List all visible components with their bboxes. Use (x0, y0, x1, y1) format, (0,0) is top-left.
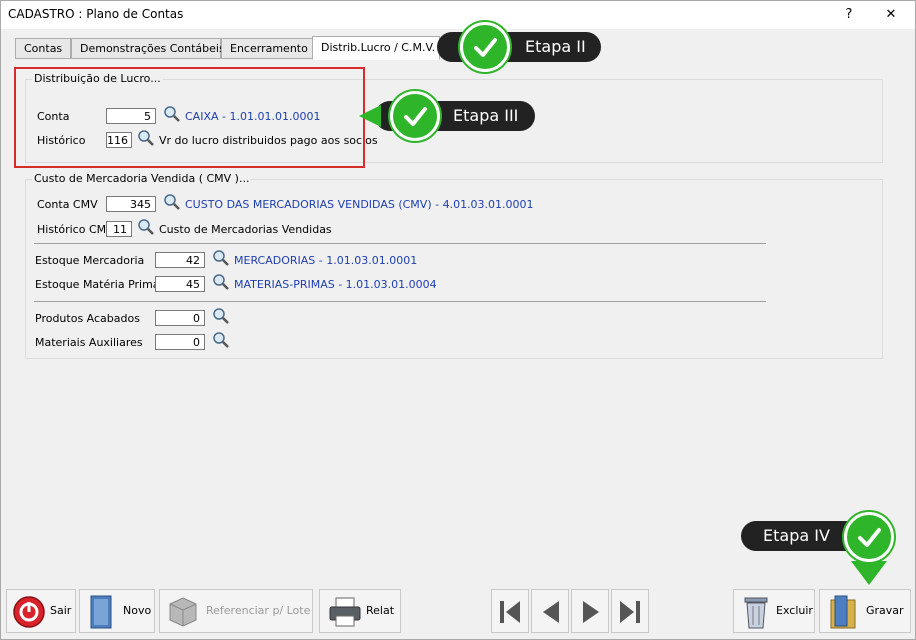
group-cmv: Custo de Mercadoria Vendida ( CMV )... C… (25, 172, 883, 359)
skip-last-icon (620, 601, 640, 623)
estoque-mercadoria-input[interactable]: 42 (155, 252, 205, 268)
save-folder-icon (830, 595, 856, 629)
last-record-button[interactable] (611, 589, 649, 633)
relat-button[interactable]: Relat (319, 589, 401, 633)
produtos-acabados-label: Produtos Acabados (35, 312, 140, 325)
search-icon[interactable] (137, 218, 155, 236)
group-legend: Custo de Mercadoria Vendida ( CMV )... (32, 172, 252, 185)
new-document-icon (90, 595, 112, 629)
close-button[interactable]: ✕ (873, 1, 909, 29)
excluir-button[interactable]: Excluir (733, 589, 815, 633)
highlight-box (14, 67, 365, 168)
tab-contas[interactable]: Contas (15, 38, 71, 59)
materiais-auxiliares-label: Materiais Auxiliares (35, 336, 143, 349)
skip-first-icon (500, 601, 520, 623)
search-icon[interactable] (212, 307, 230, 325)
sair-label: Sair (50, 604, 72, 617)
gravar-label: Gravar (866, 604, 904, 617)
help-button[interactable]: ? (831, 1, 867, 29)
check-icon (460, 22, 510, 72)
referenciar-label: Referenciar p/ Lote (206, 604, 311, 617)
first-record-button[interactable] (491, 589, 529, 633)
tab-encerramento[interactable]: Encerramento (221, 38, 319, 59)
estoque-materia-input[interactable]: 45 (155, 276, 205, 292)
tab-demonstracoes[interactable]: Demonstrações Contábeis (71, 38, 225, 59)
window-title: CADASTRO : Plano de Contas (8, 7, 184, 21)
materiais-auxiliares-input[interactable]: 0 (155, 334, 205, 350)
callout-label: Etapa II (525, 37, 586, 56)
produtos-acabados-input[interactable]: 0 (155, 310, 205, 326)
previous-record-button[interactable] (531, 589, 569, 633)
relat-label: Relat (366, 604, 395, 617)
estoque-materia-description: MATERIAS-PRIMAS - 1.01.03.01.0004 (234, 278, 437, 291)
divider (34, 301, 766, 302)
estoque-mercadoria-description: MERCADORIAS - 1.01.03.01.0001 (234, 254, 418, 267)
box-icon (169, 597, 197, 627)
bottom-toolbar: Sair Novo Referenciar p/ Lote Relat Excl… (1, 587, 915, 639)
conta-cmv-label: Conta CMV (37, 198, 98, 211)
next-icon (583, 601, 599, 623)
estoque-mercadoria-label: Estoque Mercadoria (35, 254, 145, 267)
power-icon (13, 596, 45, 628)
search-icon[interactable] (212, 331, 230, 349)
historico-cmv-input[interactable]: 11 (106, 221, 132, 237)
referenciar-button[interactable]: Referenciar p/ Lote (159, 589, 313, 633)
arrow-down-icon (851, 561, 887, 585)
printer-icon (329, 597, 361, 627)
arrow-left-icon (359, 105, 381, 127)
search-icon[interactable] (212, 249, 230, 267)
search-icon[interactable] (212, 273, 230, 291)
previous-icon (543, 601, 559, 623)
conta-cmv-input[interactable]: 345 (106, 196, 156, 212)
excluir-label: Excluir (776, 604, 813, 617)
novo-button[interactable]: Novo (79, 589, 155, 633)
historico-cmv-label: Histórico CMV (37, 223, 114, 236)
callout-label: Etapa III (453, 106, 519, 125)
tab-distrib-lucro[interactable]: Distrib.Lucro / C.M.V. (312, 36, 440, 60)
callout-label: Etapa IV (763, 526, 830, 545)
title-bar: CADASTRO : Plano de Contas ? ✕ (1, 1, 915, 29)
search-icon[interactable] (163, 193, 181, 211)
gravar-button[interactable]: Gravar (819, 589, 911, 633)
novo-label: Novo (123, 604, 152, 617)
sair-button[interactable]: Sair (6, 589, 76, 633)
check-icon (390, 91, 440, 141)
trash-icon (744, 597, 768, 629)
conta-cmv-description: CUSTO DAS MERCADORIAS VENDIDAS (CMV) - 4… (185, 198, 534, 211)
divider (34, 243, 766, 244)
main-window: CADASTRO : Plano de Contas ? ✕ Contas De… (0, 0, 916, 640)
estoque-materia-label: Estoque Matéria Prima (35, 278, 160, 291)
next-record-button[interactable] (571, 589, 609, 633)
historico-cmv-description: Custo de Mercadorias Vendidas (159, 223, 332, 236)
check-icon (844, 512, 894, 562)
